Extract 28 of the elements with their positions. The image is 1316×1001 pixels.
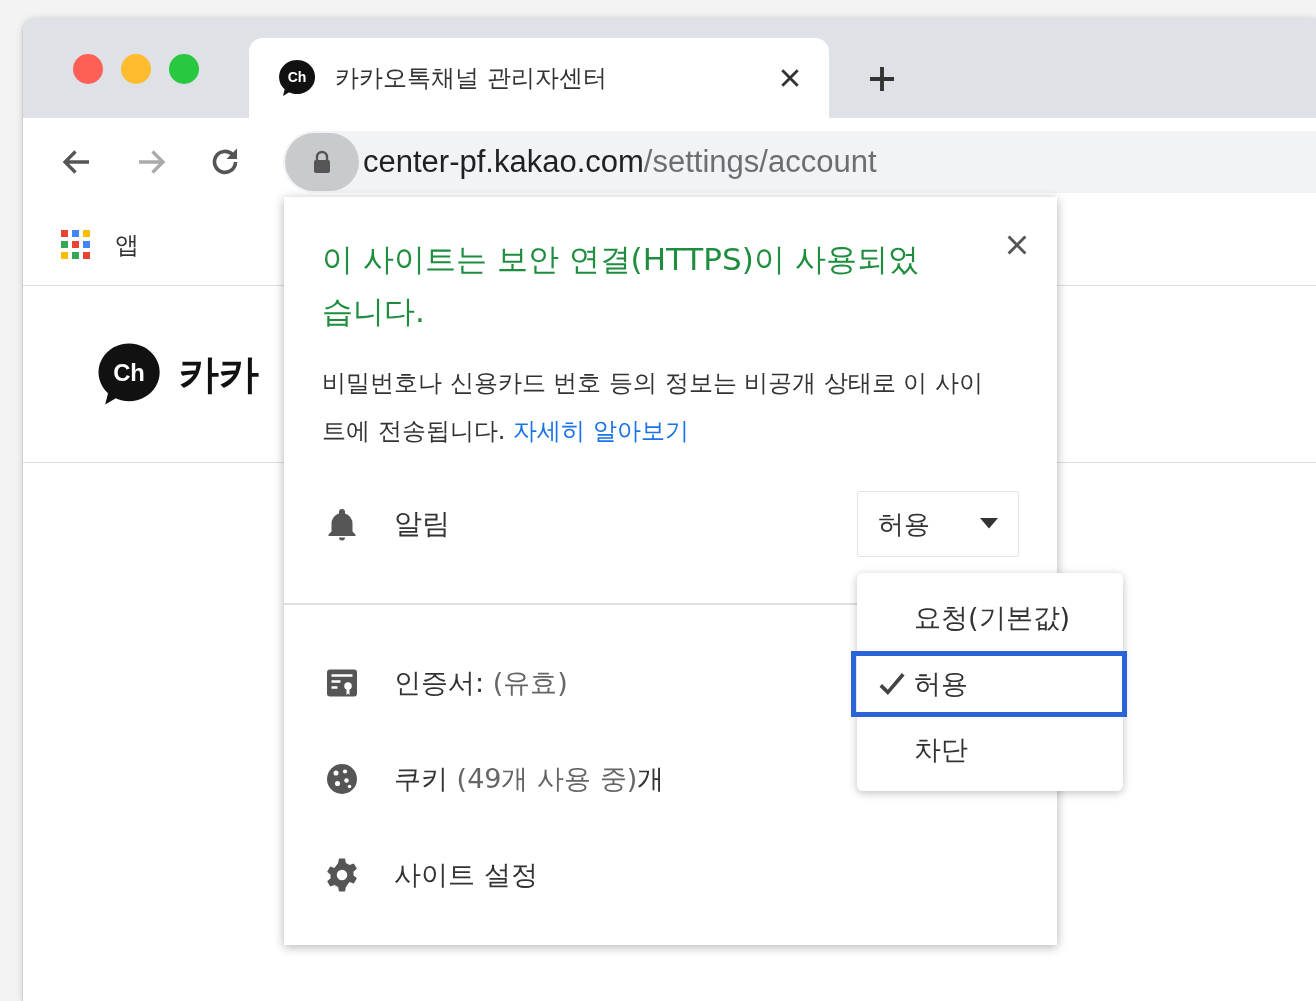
url-text: center-pf.kakao.com/settings/account [363, 143, 877, 180]
permission-option[interactable]: 요청(기본값) [851, 585, 1127, 651]
caret-icon [980, 518, 998, 530]
close-icon[interactable] [1005, 233, 1029, 257]
browser-tab[interactable]: Ch 카카오톡채널 관리자센터 [249, 38, 829, 118]
apps-grid-icon [61, 230, 91, 260]
permission-option[interactable]: 허용 [851, 651, 1127, 717]
brand-name: 카카 [179, 349, 259, 399]
permission-option[interactable]: 차단 [851, 717, 1127, 783]
permission-dropdown[interactable]: 허용 [857, 491, 1019, 557]
lock-icon [312, 149, 332, 174]
address-bar[interactable]: center-pf.kakao.com/settings/account [283, 130, 1316, 193]
site-info-label: 인증서: (유효) [394, 666, 568, 700]
new-tab-plus-icon[interactable] [867, 64, 897, 94]
checkmark-icon [878, 670, 906, 698]
lock-button[interactable] [285, 132, 359, 191]
site-info-label: 쿠키 (49개 사용 중)개 [394, 762, 665, 796]
learn-more-link[interactable]: 자세히 알아보기 [512, 417, 689, 445]
cookie-icon [324, 761, 360, 797]
secure-connection-heading: 이 사이트는 보안 연결(HTTPS)이 사용되었습니다. [322, 240, 920, 331]
security-description: 비밀번호나 신용카드 번호 등의 정보는 비공개 상태로 이 사이트에 전송됩니다. 자세히 알아보기 [322, 368, 985, 447]
notification-label: 알림 [394, 506, 451, 542]
apps-bookmark[interactable]: 앱 [61, 229, 139, 261]
site-info-label: 사이트 설정 [394, 858, 538, 892]
site-info-item[interactable]: 사이트 설정 [284, 827, 1057, 923]
close-icon[interactable] [779, 67, 801, 89]
chat-bubble-logo-icon: Ch [277, 58, 317, 98]
settings-icon [324, 857, 360, 893]
